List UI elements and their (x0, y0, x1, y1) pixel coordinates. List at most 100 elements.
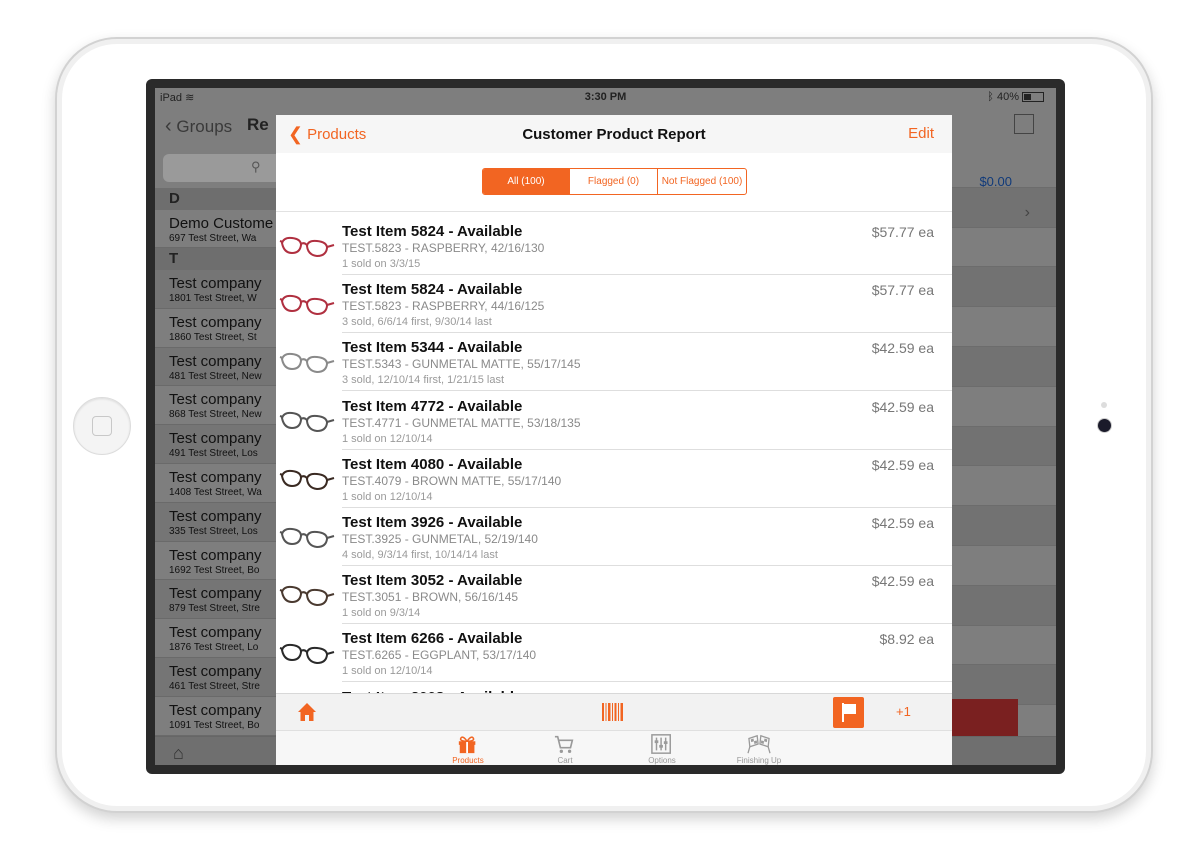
product-row[interactable]: Test Item 4772 - Available TEST.4771 - GU… (276, 392, 952, 450)
product-row[interactable]: Test Item 4080 - Available TEST.4079 - BR… (276, 450, 952, 508)
product-sales: 1 sold on 9/3/14 (342, 607, 421, 620)
flag-count: +1 (896, 704, 911, 719)
product-row[interactable]: Test Item 3008 - Available$74.17 (276, 683, 952, 693)
customer-address: 1801 Test Street, W (169, 293, 257, 304)
flag-button[interactable] (833, 697, 864, 728)
glasses-thumbnail (279, 345, 335, 379)
screen: iPad ≋ 3:30 PM ᛒ 40% ‹ Groups Re ⚲ D Demo… (146, 79, 1065, 774)
customer-name: Test company (169, 275, 262, 292)
tab-label: Finishing Up (736, 756, 782, 765)
product-sku: TEST.6265 - EGGPLANT, 53/17/140 (342, 648, 537, 663)
tab-label: Products (452, 756, 484, 765)
glasses-thumbnail (279, 520, 335, 554)
customer-name: Test company (169, 701, 262, 719)
battery-icon (1022, 92, 1044, 103)
product-price: $42.59 ea (871, 340, 934, 357)
customer-address: 481 Test Street, New (169, 370, 262, 382)
edit-button[interactable]: Edit (908, 125, 934, 142)
product-title: Test Item 3052 - Available (342, 572, 523, 590)
product-row[interactable]: Test Item 5824 - Available TEST.5823 - RA… (276, 275, 952, 334)
product-sku: TEST.5343 - GUNMETAL MATTE, 55/17/145 (342, 357, 581, 372)
customer-name: Test company (169, 624, 262, 642)
product-sales: 3 sold, 6/6/14 first, 9/30/14 last (342, 316, 492, 329)
chevron-right-icon: › (1024, 204, 1030, 221)
segment-not-flagged[interactable]: Not Flagged (100) (658, 169, 746, 194)
checkered-flags-icon (747, 734, 771, 754)
front-camera (1098, 419, 1111, 432)
customer-address: 879 Test Street, Stre (169, 603, 260, 615)
product-title: Test Item 3926 - Available (342, 514, 523, 531)
light-sensor (1101, 402, 1107, 408)
customer-address: 1408 Test Street, Wa (169, 486, 262, 498)
customer-address: 1091 Test Street, Bo (169, 719, 260, 731)
tab-products[interactable]: Products (433, 733, 503, 765)
product-row[interactable]: Test Item 5824 - Available TEST.5823 - RA… (276, 217, 952, 275)
product-title: Test Item 4080 - Available (342, 455, 523, 473)
tab-finishing-up[interactable]: Finishing Up (724, 733, 794, 765)
display: iPad ≋ 3:30 PM ᛒ 40% ‹ Groups Re ⚲ D Demo… (155, 88, 1056, 765)
bluetooth-icon: ᛒ (987, 91, 994, 103)
product-price: $42.59 ea (871, 456, 934, 473)
barcode-icon[interactable] (602, 703, 624, 721)
product-sku: TEST.4079 - BROWN MATTE, 55/17/140 (342, 473, 562, 488)
home-button[interactable] (73, 397, 131, 455)
customer-address: 1692 Test Street, Bo (169, 564, 260, 576)
tab-label: Options (648, 756, 676, 765)
product-sales: 4 sold, 9/3/14 first, 10/14/14 last (342, 549, 498, 561)
cart-icon (554, 735, 574, 753)
product-sales: 1 sold on 3/3/15 (342, 258, 421, 270)
segment-all[interactable]: All (100) (483, 169, 570, 194)
customer-name: Test company (169, 391, 262, 409)
customer-address: 491 Test Street, Los (169, 448, 258, 460)
product-price: $57.77 ea (871, 224, 934, 240)
tab-label: Cart (557, 756, 573, 765)
glasses-thumbnail (279, 404, 335, 438)
customer-address: 1876 Test Street, Lo (169, 642, 259, 654)
product-sku: TEST.3925 - GUNMETAL, 52/19/140 (342, 532, 538, 546)
search-icon: ⚲ (251, 159, 261, 174)
sliders-icon (651, 734, 671, 754)
product-list: Test Item 5824 - Available TEST.5823 - RA… (276, 213, 952, 693)
tab-bar: Products Cart Options Finishing Up (276, 730, 952, 765)
product-sku: TEST.5823 - RASPBERRY, 42/16/130 (342, 241, 545, 255)
customer-name: Test company (169, 546, 262, 564)
compose-icon[interactable] (1014, 114, 1034, 134)
customer-address: 697 Test Street, Wa (169, 233, 257, 244)
page-title: Customer Product Report (522, 126, 706, 143)
home-icon[interactable] (296, 701, 318, 723)
customer-name: Test company (169, 430, 262, 448)
customer-name: Test company (169, 507, 262, 525)
customer-name: Test company (169, 662, 262, 680)
filter-bar: All (100) Flagged (0) Not Flagged (100) (276, 153, 952, 212)
product-title: Test Item 5344 - Available (342, 339, 523, 357)
product-row[interactable]: Test Item 3926 - Available TEST.3925 - GU… (276, 508, 952, 566)
product-sales: 3 sold, 12/10/14 first, 1/21/15 last (342, 374, 505, 387)
filter-segmented-control: All (100) Flagged (0) Not Flagged (100) (482, 168, 747, 195)
product-sku: TEST.4771 - GUNMETAL MATTE, 53/18/135 (342, 415, 581, 430)
customer-address: 335 Test Street, Los (169, 525, 258, 537)
product-sales: 1 sold on 12/10/14 (342, 665, 433, 678)
modal-toolbar: +1 (276, 693, 952, 731)
product-sales: 1 sold on 12/10/14 (342, 490, 433, 503)
status-time: 3:30 PM (584, 91, 627, 103)
product-price: $42.59 ea (871, 573, 934, 590)
product-price: $42.59 ea (871, 515, 934, 531)
modal-nav-bar: ❮ Products Customer Product Report Edit (276, 115, 952, 154)
tab-options[interactable]: Options (627, 733, 697, 765)
home-icon: ⌂ (173, 743, 184, 763)
background-title: Re (247, 115, 269, 134)
product-price: $8.92 ea (879, 631, 935, 648)
product-title: Test Item 5824 - Available (342, 281, 523, 299)
glasses-thumbnail (279, 636, 335, 670)
product-sku: TEST.5823 - RASPBERRY, 44/16/125 (342, 299, 545, 314)
segment-flagged[interactable]: Flagged (0) (570, 169, 658, 194)
tab-cart[interactable]: Cart (530, 733, 600, 765)
flag-icon (842, 703, 856, 722)
gift-icon (458, 736, 476, 754)
glasses-thumbnail (279, 287, 335, 321)
product-row[interactable]: Test Item 3052 - Available TEST.3051 - BR… (276, 566, 952, 625)
product-title: Test Item 6266 - Available (342, 630, 523, 648)
product-row[interactable]: Test Item 6266 - Available TEST.6265 - EG… (276, 624, 952, 683)
groups-back-button[interactable]: ‹ Groups (165, 115, 232, 138)
product-row[interactable]: Test Item 5344 - Available TEST.5343 - GU… (276, 333, 952, 392)
